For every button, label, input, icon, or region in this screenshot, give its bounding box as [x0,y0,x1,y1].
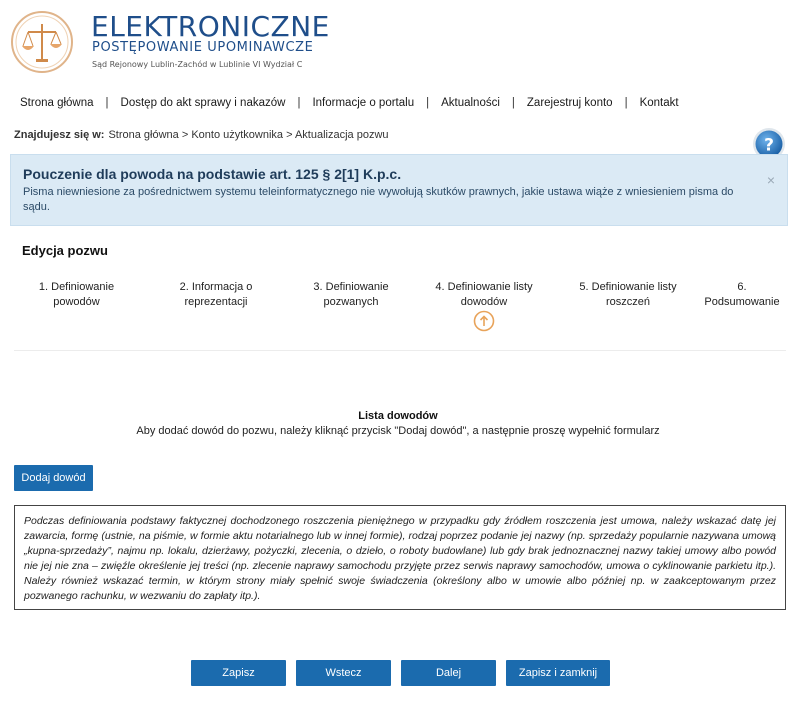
evidence-list-description: Aby dodać dowód do pozwu, należy kliknąć… [136,425,660,437]
step-label-line2: reprezentacji [184,296,248,308]
breadcrumb-path[interactable]: Strona główna > Konto użytkownika > Aktu… [108,129,388,141]
step-label-line1: 2. Informacja o [179,281,253,293]
step-label-line2: roszczeń [605,296,651,308]
step-label-line2: pozwanych [323,296,379,308]
instruction-notice: Podczas definiowania podstawy faktycznej… [14,505,786,610]
nav-separator: | [105,97,109,109]
nav-separator: | [426,97,430,109]
brand-title: ELEKTRONICZNE [91,10,330,43]
breadcrumb: Znajdujesz się w: Strona główna > Konto u… [14,129,389,141]
breadcrumb-prefix: Znajdujesz się w: [14,129,105,141]
step-1[interactable]: 1. Definiowanie powodów [24,280,129,310]
next-button[interactable]: Dalej [401,660,496,686]
main-nav: Strona główna | Dostęp do akt sprawy i n… [20,97,679,109]
step-2[interactable]: 2. Informacja o reprezentacji [156,280,276,310]
alert-title: Pouczenie dla powoda na podstawie art. 1… [23,166,402,182]
step-4-active[interactable]: 4. Definiowanie listy dowodów [422,280,546,310]
nav-item-portal-info[interactable]: Informacje o portalu [312,97,414,109]
step-label-line2: Podsumowanie [704,296,780,308]
nav-separator: | [297,97,301,109]
site-header: ELEKTRONICZNE POSTĘPOWANIE UPOMINAWCZE S… [0,0,796,85]
wizard-steps: 1. Definiowanie powodów 2. Informacja o … [14,280,786,336]
save-and-close-button[interactable]: Zapisz i zamknij [506,660,610,686]
nav-separator: | [624,97,628,109]
close-icon[interactable]: × [767,172,775,188]
court-name: Sąd Rejonowy Lublin-Zachód w Lublinie VI… [92,60,302,69]
brand-subtitle: POSTĘPOWANIE UPOMINAWCZE [92,40,314,55]
step-6[interactable]: 6. Podsumowanie [698,280,786,310]
step-5[interactable]: 5. Definiowanie listy roszczeń [566,280,690,310]
back-button[interactable]: Wstecz [296,660,391,686]
alert-text: Pisma niewniesione za pośrednictwem syst… [23,186,734,213]
step-label-line2: powodów [53,296,100,308]
nav-item-case-access[interactable]: Dostęp do akt sprawy i nakazów [121,97,286,109]
step-label-line1: 6. [737,281,747,293]
step-label-line1: 1. Definiowanie [38,281,115,293]
evidence-list-title: Lista dowodów [358,410,438,422]
nav-item-contact[interactable]: Kontakt [640,97,679,109]
arrow-up-circle-icon [473,310,495,332]
scales-of-justice-icon[interactable] [10,10,74,74]
step-label-line2: dowodów [460,296,508,308]
nav-separator: | [511,97,515,109]
step-3[interactable]: 3. Definiowanie pozwanych [291,280,411,310]
step-label-line1: 5. Definiowanie listy [579,281,677,293]
nav-item-home[interactable]: Strona główna [20,97,94,109]
nav-item-news[interactable]: Aktualności [441,97,500,109]
step-label-line1: 4. Definiowanie listy [435,281,533,293]
add-evidence-button[interactable]: Dodaj dowód [14,465,93,491]
notice-alert: Pouczenie dla powoda na podstawie art. 1… [10,154,788,226]
section-title: Edycja pozwu [22,243,108,258]
nav-item-register[interactable]: Zarejestruj konto [527,97,613,109]
step-label-line1: 3. Definiowanie [313,281,389,293]
save-button[interactable]: Zapisz [191,660,286,686]
divider [14,350,786,351]
svg-text:?: ? [764,136,774,156]
